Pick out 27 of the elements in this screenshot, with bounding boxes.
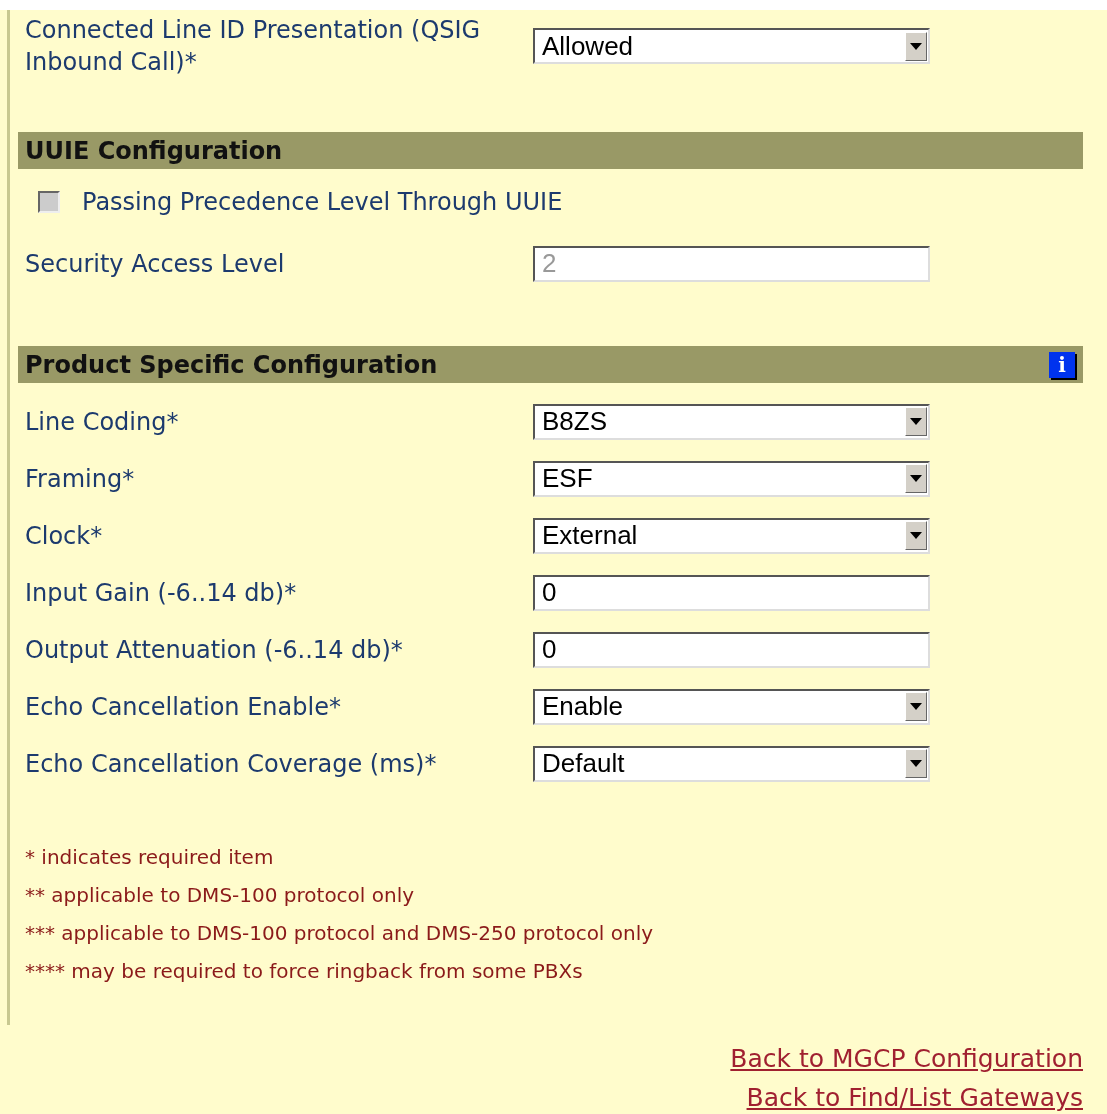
dropdown[interactable]: Allowed — [533, 28, 930, 64]
footnote: *** applicable to DMS-100 protocol and DMS-250 protocol only — [24, 920, 655, 947]
dropdown[interactable]: External — [533, 517, 930, 554]
field-label: Clock* — [24, 520, 104, 552]
footnote: * indicates required item — [24, 844, 275, 871]
dropdown[interactable]: ESF — [533, 460, 930, 497]
field-label: Output Attenuation (-6..14 db)* — [24, 634, 404, 666]
input-field[interactable]: 0 — [533, 631, 930, 668]
dropdown[interactable]: Enable — [533, 688, 930, 725]
section-title: Product Specific Configuration — [25, 349, 438, 381]
input-field[interactable]: 0 — [533, 574, 930, 611]
field-label: Connected Line ID Presentation (QSIG Inbound Call)* — [24, 15, 482, 78]
field-label: Input Gain (-6..14 db)* — [24, 577, 298, 609]
dropdown[interactable]: Default — [533, 745, 930, 782]
dropdown[interactable]: B8ZS — [533, 403, 930, 440]
field-label: Echo Cancellation Coverage (ms)* — [24, 748, 438, 780]
field-label: Security Access Level — [24, 248, 286, 280]
field-label: Line Coding* — [24, 406, 180, 438]
section-title: UUIE Configuration — [25, 135, 283, 167]
back-link[interactable]: Back to MGCP Configuration — [730, 1039, 1083, 1078]
field-label: Framing* — [24, 463, 136, 495]
field-label: Echo Cancellation Enable* — [24, 691, 342, 723]
footnote: **** may be required to force ringback from some PBXs — [24, 958, 584, 985]
footnote: ** applicable to DMS-100 protocol only — [24, 882, 416, 909]
back-link[interactable]: Back to Find/List Gateways — [746, 1078, 1083, 1114]
checkbox-label: Passing Precedence Level Through UUIE — [82, 187, 563, 218]
info-icon[interactable]: i — [1049, 351, 1075, 378]
